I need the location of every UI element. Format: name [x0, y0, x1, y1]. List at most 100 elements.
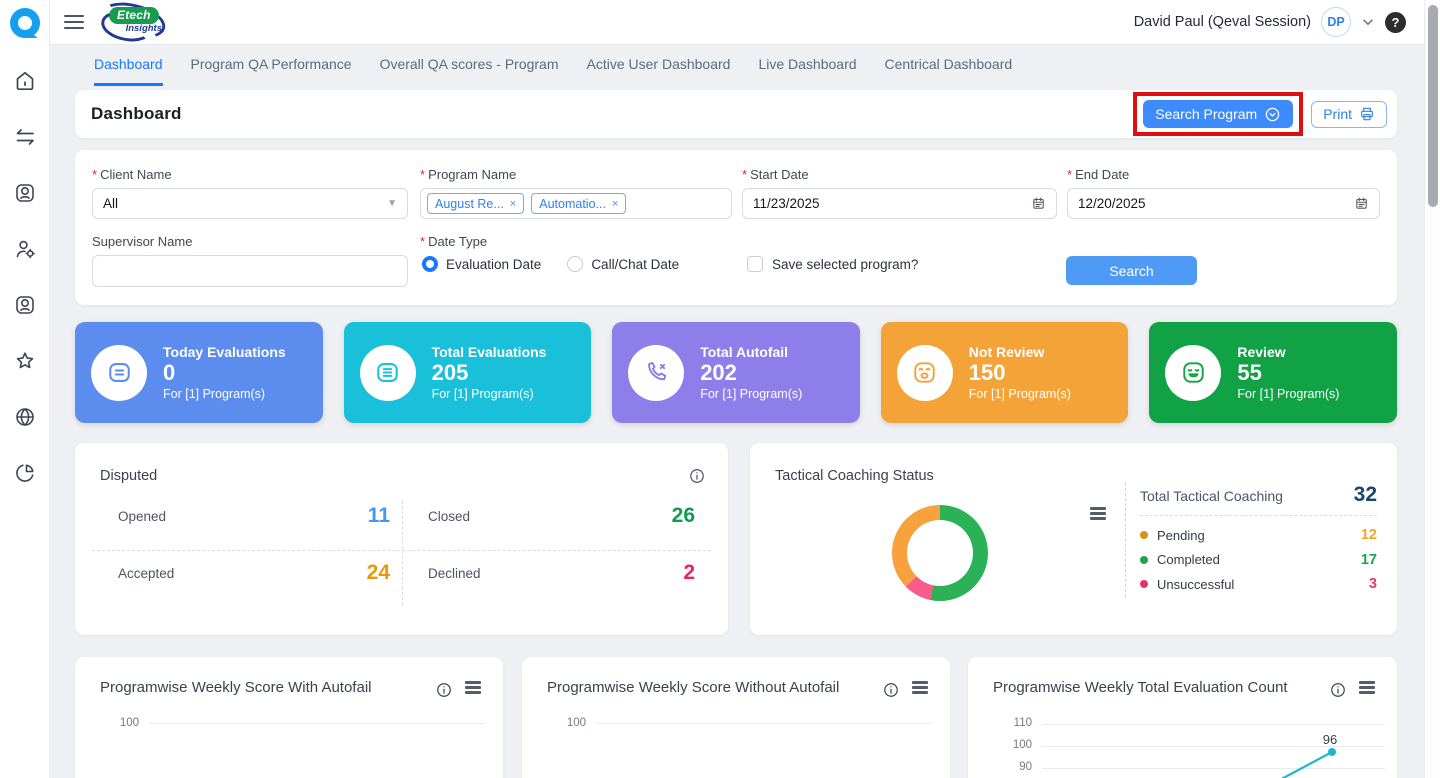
end-date-label: *End Date — [1067, 167, 1129, 182]
legend-label: Pending — [1157, 528, 1205, 543]
happy-face-icon — [1165, 345, 1221, 401]
end-date-input[interactable]: 12/20/2025 — [1067, 188, 1380, 219]
disputed-opened: Opened 11 — [118, 498, 390, 534]
disputed-value: 24 — [367, 561, 390, 585]
tab-overall-qa-scores-program[interactable]: Overall QA scores - Program — [380, 56, 559, 86]
legend-row-pending: Pending 12 — [1140, 523, 1377, 548]
point-label: 96 — [1323, 732, 1337, 747]
qa-badge-2-icon[interactable] — [13, 293, 37, 317]
supervisor-name-label: Supervisor Name — [92, 234, 192, 249]
search-button[interactable]: Search — [1066, 256, 1197, 285]
tactical-legend: Total Tactical Coaching 32 Pending 12 Co… — [1125, 483, 1377, 597]
tactical-total-value: 32 — [1354, 483, 1377, 507]
chip-close-icon[interactable]: × — [612, 198, 618, 210]
legend-row-completed: Completed 17 — [1140, 548, 1377, 573]
start-date-value: 11/23/2025 — [753, 196, 820, 211]
disputed-declined: Declined 2 — [428, 555, 695, 591]
qa-badge-icon[interactable] — [13, 181, 37, 205]
stat-title: Today Evaluations — [163, 344, 286, 360]
end-date-value: 12/20/2025 — [1078, 196, 1146, 211]
disputed-label: Accepted — [118, 566, 174, 581]
program-chip-label: August Re... — [435, 197, 504, 211]
program-chip[interactable]: August Re... × — [427, 193, 524, 214]
printer-icon — [1359, 106, 1375, 122]
calendar-icon — [1031, 196, 1046, 211]
chevron-down-icon[interactable] — [1361, 15, 1375, 29]
page-actions: Search Program Print — [1133, 92, 1387, 136]
stat-value: 0 — [163, 360, 286, 385]
tactical-total-row: Total Tactical Coaching 32 — [1140, 483, 1377, 507]
stat-subtitle: For [1] Program(s) — [432, 387, 547, 401]
date-type-label: *Date Type — [420, 234, 487, 249]
pie-chart-icon[interactable] — [13, 461, 37, 485]
chip-close-icon[interactable]: × — [510, 198, 516, 210]
globe-icon[interactable] — [13, 405, 37, 429]
stat-subtitle: For [1] Program(s) — [1237, 387, 1339, 401]
print-button[interactable]: Print — [1311, 101, 1387, 128]
chevron-circle-icon — [1264, 106, 1281, 123]
weekly-score-with-autofail-card: Programwise Weekly Score With Autofail 1… — [75, 657, 503, 778]
menu-toggle-icon[interactable] — [64, 15, 84, 29]
program-chip[interactable]: Automatio... × — [531, 193, 626, 214]
dashboard-tabs: Dashboard Program QA Performance Overall… — [94, 56, 1012, 86]
chart-actions — [882, 681, 928, 699]
program-chip-label: Automatio... — [539, 197, 606, 211]
dashboard-screen: Etech Insights David Paul (Qeval Session… — [0, 0, 1440, 778]
call-chat-date-radio[interactable] — [567, 256, 583, 272]
disputed-value: 26 — [672, 504, 695, 528]
page-scrollbar — [1424, 0, 1440, 778]
tab-active-user-dashboard[interactable]: Active User Dashboard — [587, 56, 731, 86]
select-caret-icon: ▼ — [387, 198, 397, 209]
etech-logo-text: Etech — [109, 7, 159, 24]
client-name-select[interactable]: All ▼ — [92, 188, 408, 219]
chart-menu-icon[interactable] — [465, 681, 481, 699]
chart-title: Programwise Weekly Score Without Autofai… — [547, 679, 839, 696]
weekly-score-without-autofail-card: Programwise Weekly Score Without Autofai… — [522, 657, 950, 778]
user-settings-icon[interactable] — [13, 237, 37, 261]
help-icon[interactable]: ? — [1385, 12, 1406, 33]
tab-program-qa-performance[interactable]: Program QA Performance — [191, 56, 352, 86]
chart-menu-icon[interactable] — [1090, 507, 1106, 520]
disputed-title: Disputed — [100, 468, 157, 484]
etech-insights-logo: Etech Insights — [102, 5, 164, 39]
info-icon[interactable] — [688, 467, 706, 485]
star-icon[interactable] — [13, 349, 37, 373]
page-title: Dashboard — [91, 104, 182, 124]
calendar-icon — [1354, 196, 1369, 211]
avatar[interactable]: DP — [1321, 7, 1351, 37]
chart-menu-icon[interactable] — [912, 681, 928, 699]
tab-dashboard[interactable]: Dashboard — [94, 56, 163, 86]
y-tick: 100 — [558, 717, 586, 729]
swap-arrows-icon[interactable] — [13, 125, 37, 149]
legend-value: 12 — [1361, 527, 1377, 543]
legend-value: 17 — [1361, 552, 1377, 568]
tab-centrical-dashboard[interactable]: Centrical Dashboard — [885, 56, 1013, 86]
save-program-checkbox[interactable] — [747, 256, 763, 272]
evaluation-date-label: Evaluation Date — [446, 257, 541, 272]
search-program-button[interactable]: Search Program — [1143, 100, 1293, 128]
evaluation-date-radio[interactable] — [422, 256, 438, 272]
disputed-label: Declined — [428, 566, 481, 581]
tactical-title: Tactical Coaching Status — [775, 468, 934, 484]
radio-option-evaluation-date: Evaluation Date — [422, 256, 541, 272]
info-icon[interactable] — [882, 681, 900, 699]
user-name: David Paul (Qeval Session) — [1134, 14, 1311, 30]
start-date-label: *Start Date — [742, 167, 809, 182]
info-icon[interactable] — [435, 681, 453, 699]
user-menu: David Paul (Qeval Session) DP ? — [1134, 7, 1406, 37]
tab-live-dashboard[interactable]: Live Dashboard — [758, 56, 856, 86]
weekly-total-evaluation-count-card: Programwise Weekly Total Evaluation Coun… — [968, 657, 1397, 778]
divider — [92, 550, 711, 551]
home-icon[interactable] — [13, 69, 37, 93]
supervisor-name-input[interactable] — [92, 255, 408, 287]
legend-label: Completed — [1157, 552, 1220, 567]
stat-card-total-autofail: Total Autofail 202 For [1] Program(s) — [612, 322, 860, 423]
program-name-multiselect[interactable]: August Re... × Automatio... × — [420, 188, 732, 219]
scrollbar-thumb[interactable] — [1428, 5, 1438, 207]
legend-dot — [1140, 556, 1148, 564]
qeval-logo[interactable] — [8, 7, 42, 48]
start-date-input[interactable]: 11/23/2025 — [742, 188, 1057, 219]
disputed-panel: Disputed Opened 11 Closed 26 Accepted 24… — [75, 443, 728, 635]
stat-title: Total Autofail — [700, 344, 802, 360]
etech-logo-subtext: Insights — [126, 23, 162, 34]
